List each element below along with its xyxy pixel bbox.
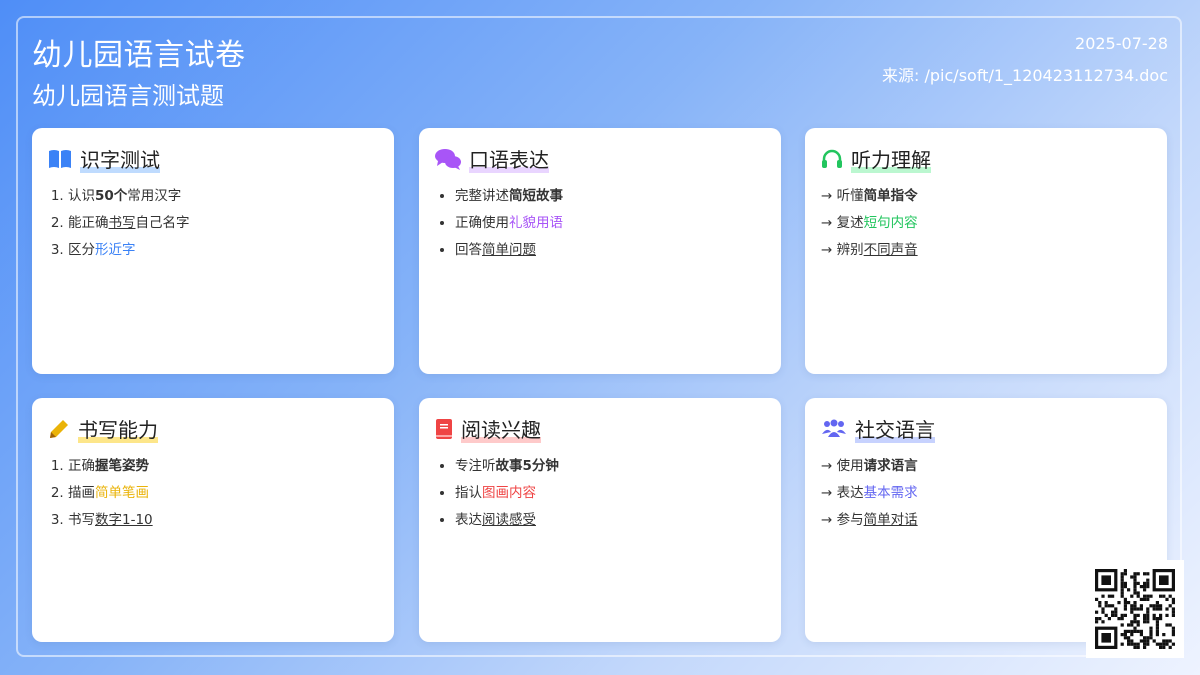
item-list: 完整讲述简短故事 正确使用礼貌用语 回答简单问题 [435, 187, 765, 259]
list-item: 正确使用礼貌用语 [455, 214, 765, 232]
card-title-text: 社交语言 [855, 414, 935, 443]
list-item: 书写数字1-10 [68, 511, 378, 529]
item-list: 认识50个常用汉字 能正确书写自己名字 区分形近字 [48, 187, 378, 259]
list-item: 参与简单对话 [821, 511, 1151, 529]
item-list: 使用请求语言 表达基本需求 参与简单对话 [821, 457, 1151, 529]
card-title: 口语表达 [435, 144, 765, 173]
list-item: 使用请求语言 [821, 457, 1151, 475]
card-oral-expression: 口语表达 完整讲述简短故事 正确使用礼貌用语 回答简单问题 [419, 128, 781, 374]
card-title: 听力理解 [821, 144, 1151, 173]
card-title: 阅读兴趣 [435, 414, 765, 443]
card-reading-interest: 阅读兴趣 专注听故事5分钟 指认图画内容 表达阅读感受 [419, 398, 781, 642]
red-book-icon [435, 418, 453, 440]
card-title: 社交语言 [821, 414, 1151, 443]
list-item: 完整讲述简短故事 [455, 187, 765, 205]
qr-code [1086, 560, 1184, 658]
item-list: 听懂简单指令 复述短句内容 辨别不同声音 [821, 187, 1151, 259]
headphones-icon [821, 149, 843, 169]
list-item: 复述短句内容 [821, 214, 1151, 232]
pencil-icon [48, 418, 70, 440]
page-title: 幼儿园语言试卷 [32, 38, 246, 73]
list-item: 辨别不同声音 [821, 241, 1151, 259]
date-label: 2025-07-28 [1075, 34, 1168, 53]
card-listening-comprehension: 听力理解 听懂简单指令 复述短句内容 辨别不同声音 [805, 128, 1167, 374]
users-icon [821, 419, 847, 439]
list-item: 专注听故事5分钟 [455, 457, 765, 475]
list-item: 正确握笔姿势 [68, 457, 378, 475]
chat-bubbles-icon [435, 148, 461, 170]
list-item: 回答简单问题 [455, 241, 765, 259]
card-title-text: 口语表达 [469, 144, 549, 173]
list-item: 描画简单笔画 [68, 484, 378, 502]
page-subtitle: 幼儿园语言测试题 [32, 82, 224, 110]
list-item: 表达阅读感受 [455, 511, 765, 529]
card-title-text: 阅读兴趣 [461, 414, 541, 443]
card-title: 识字测试 [48, 144, 378, 173]
list-item: 能正确书写自己名字 [68, 214, 378, 232]
card-title-text: 识字测试 [80, 144, 160, 173]
card-title-text: 听力理解 [851, 144, 931, 173]
list-item: 指认图画内容 [455, 484, 765, 502]
card-title-text: 书写能力 [78, 414, 158, 443]
item-list: 正确握笔姿势 描画简单笔画 书写数字1-10 [48, 457, 378, 529]
book-icon [48, 149, 72, 169]
source-label: 来源: /pic/soft/1_120423112734.doc [882, 66, 1168, 85]
card-title: 书写能力 [48, 414, 378, 443]
list-item: 认识50个常用汉字 [68, 187, 378, 205]
list-item: 表达基本需求 [821, 484, 1151, 502]
item-list: 专注听故事5分钟 指认图画内容 表达阅读感受 [435, 457, 765, 529]
card-literacy-test: 识字测试 认识50个常用汉字 能正确书写自己名字 区分形近字 [32, 128, 394, 374]
list-item: 听懂简单指令 [821, 187, 1151, 205]
card-writing-ability: 书写能力 正确握笔姿势 描画简单笔画 书写数字1-10 [32, 398, 394, 642]
list-item: 区分形近字 [68, 241, 378, 259]
